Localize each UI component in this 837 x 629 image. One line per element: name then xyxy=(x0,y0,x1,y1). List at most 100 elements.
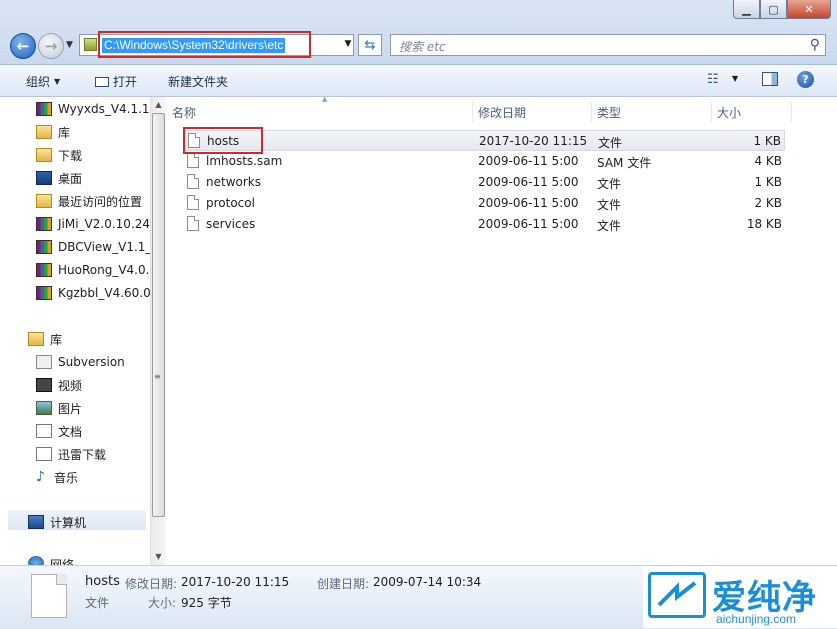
folder-icon xyxy=(84,38,97,51)
table-row[interactable]: protocol 2009-06-11 5:00 文件 2 KB xyxy=(185,193,785,214)
nav-item-desktop[interactable]: 桌面 xyxy=(36,168,82,188)
nav-item-label: 视频 xyxy=(58,378,83,393)
table-row[interactable]: networks 2009-06-11 5:00 文件 1 KB xyxy=(185,172,785,193)
nav-item-computer[interactable]: 计算机 xyxy=(28,512,86,532)
column-header-modified[interactable]: 修改日期 xyxy=(473,102,592,122)
file-modified: 2009-06-11 5:00 xyxy=(478,196,579,210)
table-row[interactable]: services 2009-06-11 5:00 文件 18 KB xyxy=(185,214,785,235)
file-modified: 2009-06-11 5:00 xyxy=(478,154,579,168)
details-type: 文件 xyxy=(85,596,110,610)
column-header-type[interactable]: 类型 xyxy=(592,102,712,122)
file-type: 文件 xyxy=(597,198,622,212)
nav-item-label: HuoRong_V4.0. xyxy=(58,263,150,277)
file-type: SAM 文件 xyxy=(597,156,652,170)
table-row[interactable]: hosts 2017-10-20 11:15 文件 1 KB xyxy=(185,130,785,151)
details-size-label: 大小: xyxy=(148,596,177,610)
nav-item-thunder[interactable]: 迅雷下载 xyxy=(36,444,106,464)
new-folder-button[interactable]: 新建文件夹 xyxy=(168,73,228,90)
view-options-icon[interactable]: ☷ xyxy=(707,72,719,87)
open-icon xyxy=(95,76,109,87)
refresh-icon: ⇆ xyxy=(364,37,376,53)
recent-places-icon xyxy=(36,194,52,208)
nav-item-video[interactable]: 视频 xyxy=(36,375,82,395)
watermark-logo-icon xyxy=(648,572,706,618)
nav-item-recent[interactable]: 最近访问的位置 xyxy=(36,191,142,211)
search-placeholder[interactable]: 搜索 etc xyxy=(399,38,446,55)
preview-pane-icon[interactable] xyxy=(762,72,778,86)
open-label: 打开 xyxy=(113,75,138,89)
desktop-icon xyxy=(36,171,52,185)
nav-item-label: 迅雷下载 xyxy=(58,447,107,462)
column-header-size[interactable]: 大小 xyxy=(712,102,792,122)
nav-item-wyyxds[interactable]: Wyyxds_V4.1.1. xyxy=(36,99,150,119)
file-name: networks xyxy=(206,175,261,189)
address-dropdown-icon[interactable]: ▼ xyxy=(340,34,356,56)
nav-item-label: DBCView_V1.1_ xyxy=(58,240,150,254)
organize-button[interactable]: 组织 ▼ xyxy=(26,73,60,90)
column-header-label: 修改日期 xyxy=(478,105,527,120)
file-size: 2 KB xyxy=(754,196,782,210)
nav-item-subversion[interactable]: Subversion xyxy=(36,352,125,372)
scroll-down-icon[interactable]: ▼ xyxy=(151,549,166,565)
music-icon: ♪ xyxy=(36,469,45,485)
details-created-value: 2009-07-14 10:34 xyxy=(373,575,482,589)
nav-item-downloads[interactable]: 下载 xyxy=(36,145,82,165)
nav-item-jimi[interactable]: JiMi_V2.0.10.24 xyxy=(36,214,150,234)
nav-item-label: 下载 xyxy=(58,148,83,163)
file-type: 文件 xyxy=(597,219,622,233)
close-icon[interactable]: ✕ xyxy=(787,0,831,19)
scrollbar-thumb[interactable] xyxy=(152,113,165,517)
details-file-name: hosts xyxy=(85,574,120,589)
file-icon xyxy=(187,195,199,210)
nav-item-library[interactable]: 库 xyxy=(36,122,70,142)
history-dropdown-icon[interactable]: ▼ xyxy=(66,40,73,50)
downloads-icon xyxy=(36,148,52,162)
nav-library-header[interactable]: 库 xyxy=(28,329,62,349)
network-icon xyxy=(28,556,44,565)
file-modified: 2009-06-11 5:00 xyxy=(478,217,579,231)
forward-button[interactable]: → xyxy=(38,33,64,59)
search-box[interactable]: 搜索 etc ⚲ xyxy=(390,34,826,56)
winrar-icon xyxy=(36,263,52,277)
nav-item-label: 音乐 xyxy=(54,470,79,485)
nav-item-music[interactable]: ♪ 音乐 xyxy=(36,467,78,487)
file-size: 1 KB xyxy=(754,175,782,189)
file-name: services xyxy=(206,217,256,231)
file-type: 文件 xyxy=(597,177,622,191)
library-icon xyxy=(36,125,52,139)
view-dropdown-icon[interactable]: ▼ xyxy=(732,74,738,83)
nav-item-network[interactable]: 网络 xyxy=(28,556,74,565)
scroll-up-icon[interactable]: ▲ xyxy=(151,97,166,113)
nav-library-title: 库 xyxy=(50,332,63,347)
nav-item-label: Kgzbbl_V4.60.0 xyxy=(58,286,150,300)
winrar-icon xyxy=(36,217,52,231)
nav-item-label: Wyyxds_V4.1.1. xyxy=(58,102,150,116)
library-icon xyxy=(28,332,44,346)
details-modified-value: 2017-10-20 11:15 xyxy=(181,575,290,589)
file-icon xyxy=(187,216,199,231)
nav-item-kgzbbl[interactable]: Kgzbbl_V4.60.0 xyxy=(36,283,150,303)
open-button[interactable]: 打开 xyxy=(95,73,137,90)
nav-scrollbar[interactable]: ▲ ≡ ▼ xyxy=(150,97,166,565)
documents-icon xyxy=(36,424,52,438)
nav-item-huorong[interactable]: HuoRong_V4.0. xyxy=(36,260,149,280)
hosts-highlight-box xyxy=(183,127,263,154)
minimize-icon[interactable]: ▁ xyxy=(733,0,760,19)
file-size: 18 KB xyxy=(746,217,782,231)
nav-item-label: Subversion xyxy=(58,355,125,369)
nav-item-dbcview[interactable]: DBCView_V1.1_ xyxy=(36,237,150,257)
back-button[interactable]: ← xyxy=(10,33,36,59)
help-icon[interactable]: ? xyxy=(797,71,814,88)
column-header-label: 大小 xyxy=(717,105,742,120)
search-icon[interactable]: ⚲ xyxy=(810,37,820,53)
table-row[interactable]: lmhosts.sam 2009-06-11 5:00 SAM 文件 4 KB xyxy=(185,151,785,172)
thunder-downloads-icon xyxy=(36,447,52,461)
video-icon xyxy=(36,378,52,392)
winrar-icon xyxy=(36,286,52,300)
refresh-button[interactable]: ⇆ xyxy=(358,34,382,56)
maximize-icon[interactable]: ▢ xyxy=(760,0,787,19)
column-header-name[interactable]: 名称 xyxy=(167,102,473,122)
nav-item-documents[interactable]: 文档 xyxy=(36,421,82,441)
nav-item-label: JiMi_V2.0.10.24 xyxy=(58,217,150,231)
nav-item-pictures[interactable]: 图片 xyxy=(36,398,82,418)
